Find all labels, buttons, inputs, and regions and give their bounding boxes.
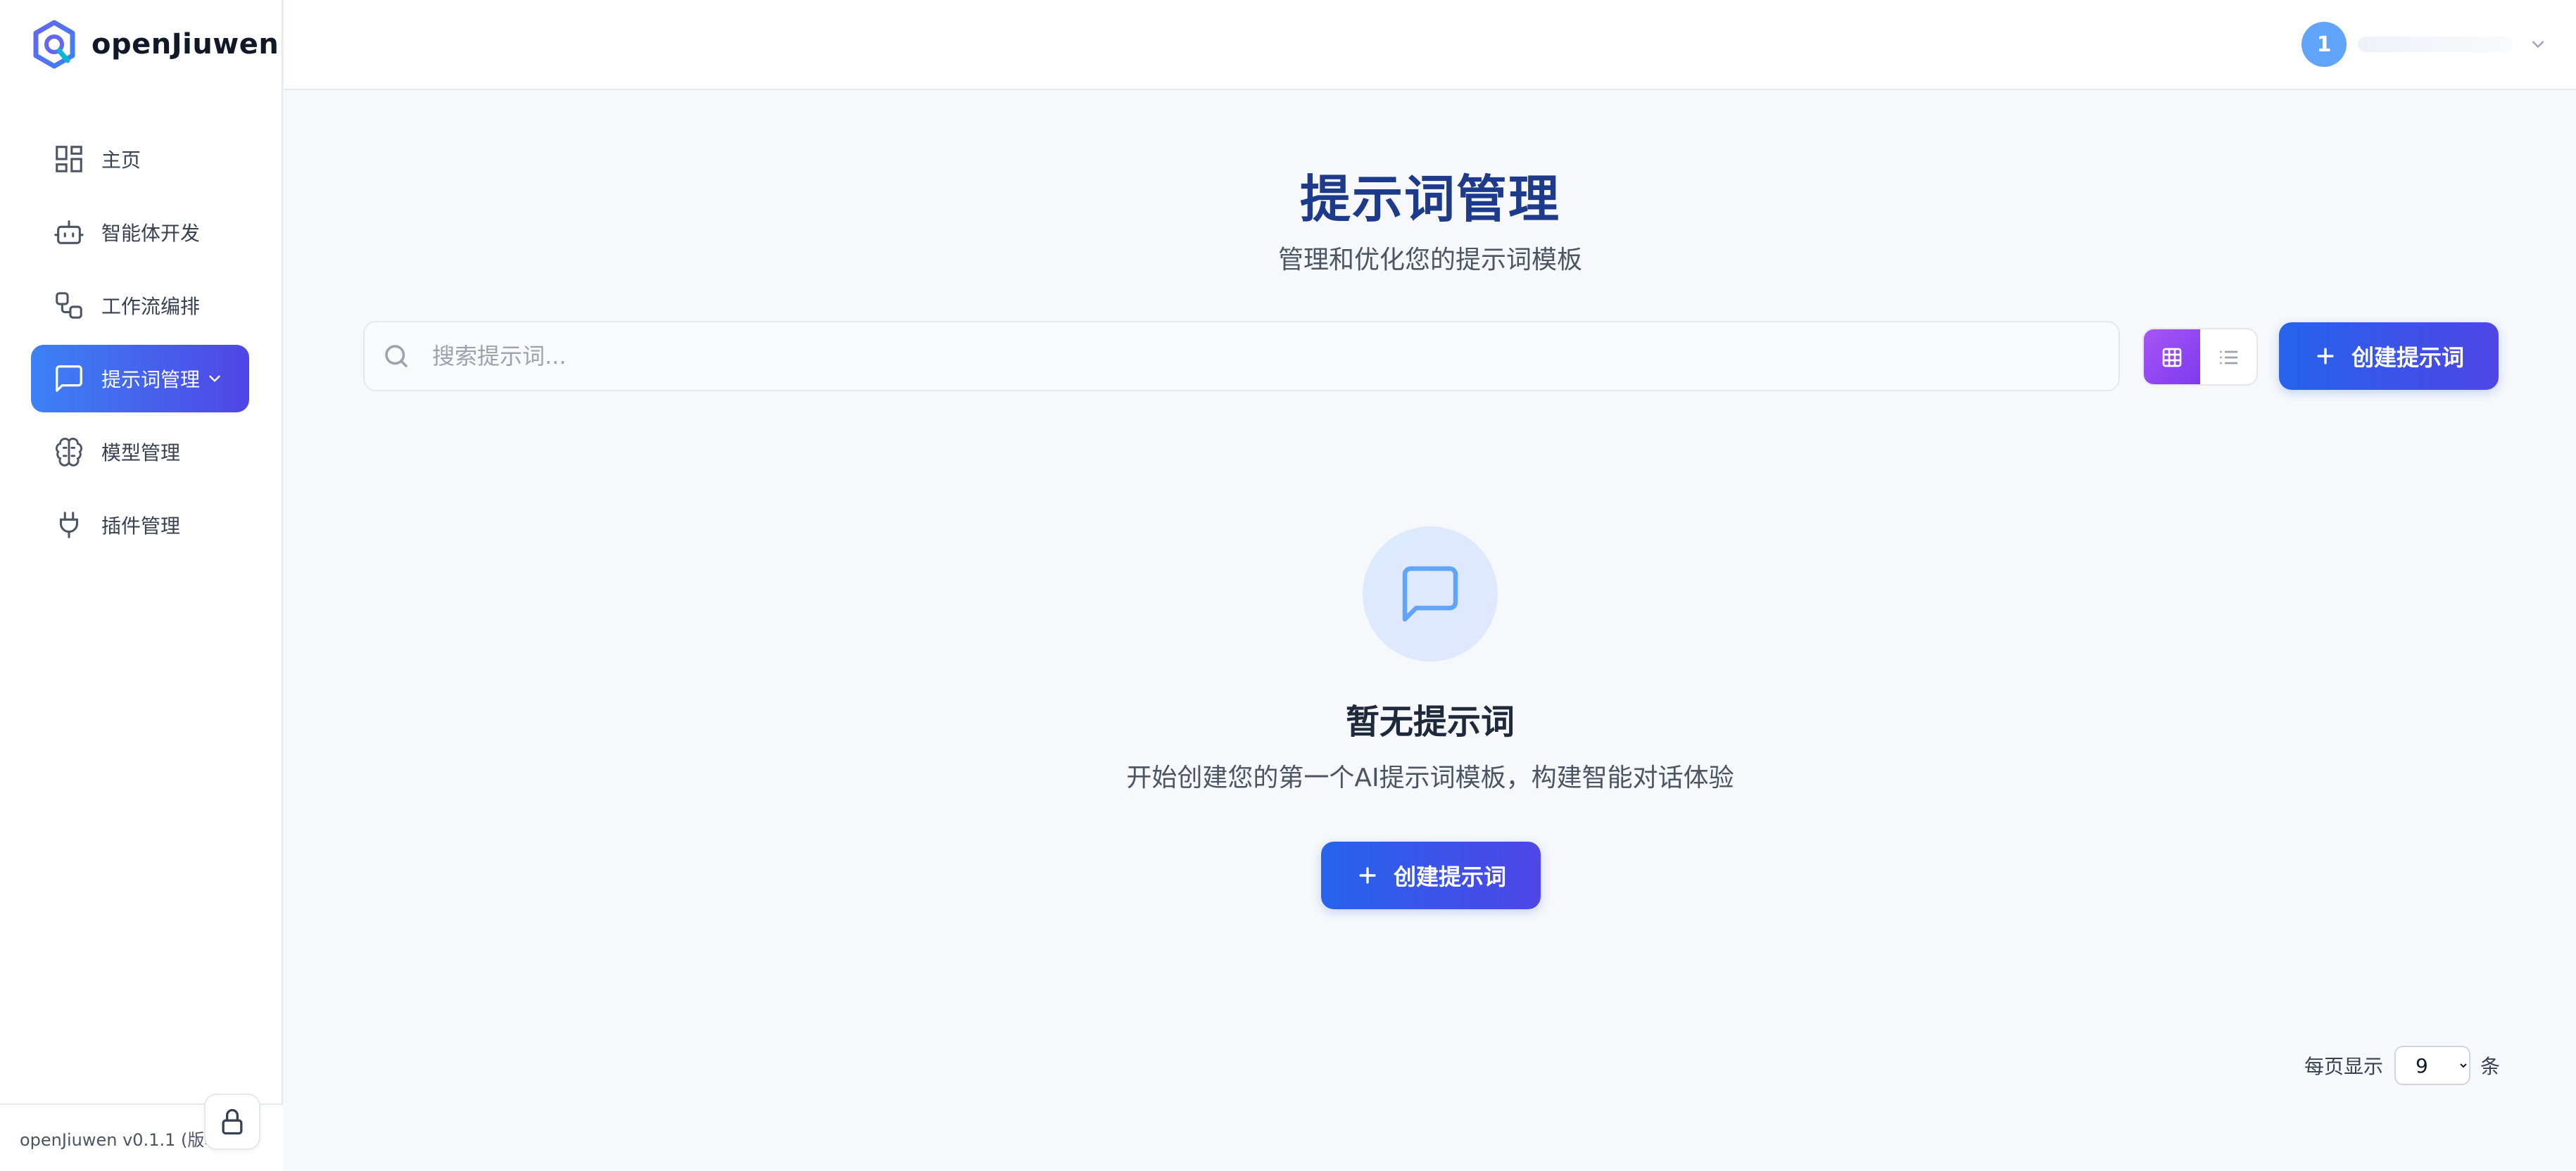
robot-icon xyxy=(52,215,86,249)
openjiuwen-logo-icon xyxy=(33,20,75,69)
page-title: 提示词管理 xyxy=(1299,170,1560,229)
search-icon xyxy=(385,345,408,367)
chat-bubble-icon xyxy=(1402,566,1458,622)
brand[interactable]: openJiuwen xyxy=(30,18,279,70)
plus-icon xyxy=(2317,348,2334,365)
lock-button[interactable] xyxy=(204,1094,260,1150)
empty-state-description: 开始创建您的第一个AI提示词模板，构建智能对话体验 xyxy=(1126,764,1734,792)
sidebar-item-model-management[interactable]: 模型管理 xyxy=(31,418,249,486)
sidebar-nav: 主页 智能体开发 工作流编排 提示词管理 模型管理 插件管理 xyxy=(31,125,249,564)
workflow-icon xyxy=(52,289,86,322)
create-prompt-label: 创建提示词 xyxy=(2351,345,2464,370)
sidebar-item-label: 模型管理 xyxy=(101,441,181,464)
page-size-select[interactable]: 9 xyxy=(2394,1046,2470,1085)
create-prompt-button[interactable]: 创建提示词 xyxy=(2279,322,2499,390)
empty-state-illustration xyxy=(1363,526,1498,662)
sidebar-item-label: 提示词管理 xyxy=(101,368,201,391)
chat-bubble-icon xyxy=(52,362,86,395)
view-toggle xyxy=(2142,328,2258,386)
search-box[interactable] xyxy=(363,321,2120,391)
avatar[interactable]: 1 xyxy=(2302,22,2347,67)
pagination: 每页显示 9 条 xyxy=(2304,1046,2500,1085)
list-icon xyxy=(2220,350,2238,365)
dashboard-grid-icon xyxy=(52,142,86,176)
search-input[interactable] xyxy=(432,343,2051,369)
sidebar-item-workflow[interactable]: 工作流编排 xyxy=(31,272,249,339)
sidebar-item-plugin-management[interactable]: 插件管理 xyxy=(31,491,249,559)
lock-icon xyxy=(222,1108,243,1135)
user-menu[interactable]: 1 xyxy=(2302,21,2548,68)
sidebar-item-label: 工作流编排 xyxy=(101,295,201,318)
brand-name: openJiuwen xyxy=(91,28,279,61)
empty-state-title: 暂无提示词 xyxy=(1345,702,1515,742)
sidebar-item-agent-dev[interactable]: 智能体开发 xyxy=(31,198,249,266)
sidebar-item-prompt-management[interactable]: 提示词管理 xyxy=(31,345,249,412)
sidebar-item-label: 主页 xyxy=(101,148,141,172)
plus-icon xyxy=(1359,867,1376,884)
sidebar-item-home[interactable]: 主页 xyxy=(31,125,249,193)
version-label: openJiuwen v0.1.1 (版本 xyxy=(20,1130,210,1150)
list-view-button[interactable] xyxy=(2200,329,2256,384)
sidebar-item-label: 智能体开发 xyxy=(101,222,201,245)
sidebar-item-label: 插件管理 xyxy=(101,514,181,538)
main-content: 提示词管理 管理和优化您的提示词模板 创建提示 xyxy=(284,91,2576,1171)
brain-icon xyxy=(52,435,86,469)
empty-create-prompt-label: 创建提示词 xyxy=(1393,864,1506,890)
chevron-down-icon xyxy=(209,375,220,382)
grid-icon xyxy=(2162,348,2182,367)
page-subtitle: 管理和优化您的提示词模板 xyxy=(1277,246,1582,274)
page-size-suffix: 条 xyxy=(2480,1055,2500,1078)
top-header: 1 xyxy=(284,0,2576,90)
plug-icon xyxy=(52,508,86,542)
username-redacted xyxy=(2358,37,2513,52)
app-root: openJiuwen 主页 智能体开发 工作流编排 提示词管理 模型管理 插件管… xyxy=(0,0,2576,1171)
empty-create-prompt-button[interactable]: 创建提示词 xyxy=(1321,842,1541,909)
page-size-prefix: 每页显示 xyxy=(2304,1055,2383,1078)
grid-view-button[interactable] xyxy=(2144,329,2200,384)
sidebar: openJiuwen 主页 智能体开发 工作流编排 提示词管理 模型管理 插件管… xyxy=(0,0,283,1171)
chevron-down-icon[interactable] xyxy=(2528,34,2548,54)
